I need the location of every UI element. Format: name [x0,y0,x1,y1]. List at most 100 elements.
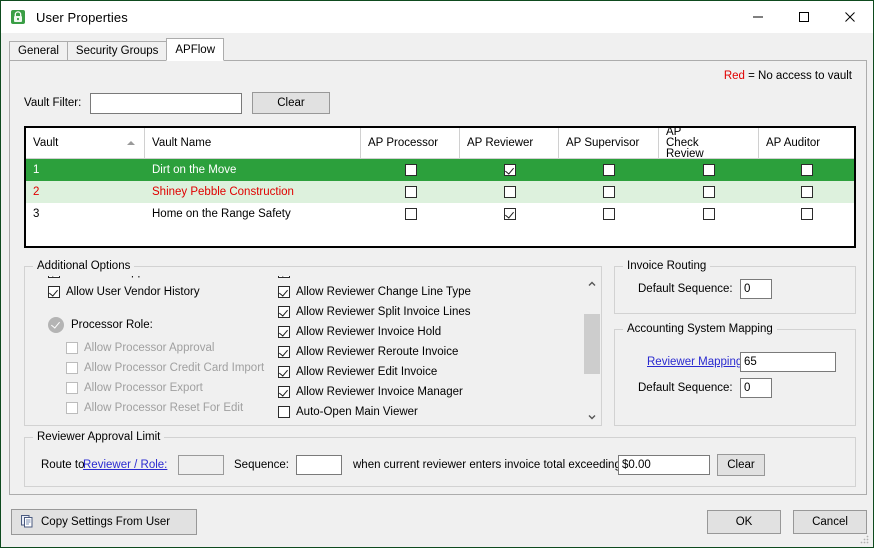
tab-general[interactable]: General [9,41,68,61]
option-allow-reviewer-split-invoice-lines[interactable]: Allow Reviewer Split Invoice Lines [278,302,578,322]
cell-ap-processor[interactable] [361,181,460,203]
column-header-vault-name[interactable]: Vault Name [145,128,361,158]
reviewer-mapping-link[interactable]: Reviewer Mapping: [647,356,745,368]
ap-processor-checkbox[interactable] [404,208,417,220]
close-icon[interactable] [827,1,873,33]
reviewer-mapping-input[interactable] [740,352,836,372]
cell-ap-check-review[interactable] [659,159,759,181]
chevron-down-icon[interactable] [584,409,600,425]
scrollbar-thumb[interactable] [584,314,600,374]
option-auto-open-main-viewer[interactable]: Auto-Open Main Viewer [278,402,578,422]
vault-grid[interactable]: Vault Vault Name AP Processor AP Reviewe… [24,126,856,248]
cell-ap-processor[interactable] [361,203,460,225]
allow-reviewer-change-line-type-checkbox[interactable] [278,286,290,298]
ap-reviewer-checkbox[interactable] [503,164,516,176]
cell-ap-auditor[interactable] [759,181,854,203]
column-header-vault[interactable]: Vault [26,128,145,158]
ap-check-review-checkbox[interactable] [703,208,715,220]
vault-filter-input[interactable] [90,93,242,114]
vault-filter-clear-button[interactable]: Clear [252,92,330,114]
ap-check-review-checkbox[interactable] [703,186,715,198]
ap-processor-checkbox[interactable] [404,186,417,198]
cancel-button[interactable]: Cancel [793,510,867,534]
allow-reviewer-split-invoice-lines-checkbox[interactable] [278,306,290,318]
cell-ap-supervisor[interactable] [559,159,659,181]
cell-ap-processor[interactable] [361,159,460,181]
ap-supervisor-checkbox[interactable] [603,186,615,198]
ap-reviewer-checkbox[interactable] [503,208,516,220]
allow-reviewer-multi-select-checkbox[interactable] [278,276,290,278]
option-allow-processor-approval[interactable]: Allow Processor Approval [48,338,298,358]
ap-auditor-checkbox[interactable] [800,164,813,176]
cell-ap-reviewer[interactable] [460,203,559,225]
auto-open-main-viewer-checkbox[interactable] [278,406,290,418]
cell-ap-supervisor[interactable] [559,203,659,225]
processor-role-row[interactable]: Processor Role: [48,312,298,338]
column-header-ap-auditor-label: AP Auditor [766,137,821,149]
reviewer-role-link[interactable]: Reviewer / Role: [83,459,167,471]
option-allow-user-vendor-history[interactable]: Allow User Vendor History [48,282,298,302]
allow-reviewer-invoice-hold-checkbox[interactable] [278,326,290,338]
maximize-icon[interactable] [781,1,827,33]
minimize-icon[interactable] [735,1,781,33]
option-allow-processor-reset-for-edit[interactable]: Allow Processor Reset For Edit [48,398,298,418]
ap-check-review-checkbox[interactable] [703,164,715,176]
table-row[interactable]: 1 Dirt on the Move [26,159,854,181]
option-allow-reviewer-invoice-manager[interactable]: Allow Reviewer Invoice Manager [278,382,578,402]
sort-ascending-icon [127,141,135,145]
cell-ap-reviewer[interactable] [460,159,559,181]
allow-reviewer-edit-invoice-checkbox[interactable] [278,366,290,378]
invoice-routing-default-sequence-input[interactable] [740,279,772,299]
ap-supervisor-checkbox[interactable] [603,164,615,176]
tab-apflow[interactable]: APFlow [166,38,224,61]
cell-ap-auditor[interactable] [759,203,854,225]
option-allow-reviewer-edit-invoice[interactable]: Allow Reviewer Edit Invoice [278,362,578,382]
allow-reviewer-invoice-manager-checkbox[interactable] [278,386,290,398]
table-row[interactable]: 2 Shiney Pebble Construction [26,181,854,203]
ap-processor-checkbox[interactable] [404,164,417,176]
option-allow-reviewer-reroute-invoice[interactable]: Allow Reviewer Reroute Invoice [278,342,578,362]
table-row[interactable]: 3 Home on the Range Safety [26,203,854,225]
allow-user-vendor-history-checkbox[interactable] [48,286,60,298]
cell-ap-check-review[interactable] [659,203,759,225]
sequence-input[interactable] [296,455,342,475]
cell-ap-reviewer[interactable] [460,181,559,203]
processor-role-toggle-icon[interactable] [48,317,64,333]
cell-ap-check-review[interactable] [659,181,759,203]
allow-user-approval-alert-checkbox[interactable] [48,276,60,278]
cell-vault-name: Dirt on the Move [152,164,237,176]
allow-processor-export-checkbox[interactable] [66,382,78,394]
column-header-ap-check-review[interactable]: AP Check Review [659,128,759,159]
allow-processor-credit-card-import-checkbox[interactable] [66,362,78,374]
column-header-ap-reviewer[interactable]: AP Reviewer [460,128,559,158]
option-allow-reviewer-invoice-hold[interactable]: Allow Reviewer Invoice Hold [278,322,578,342]
ap-reviewer-checkbox[interactable] [503,186,516,198]
cell-ap-auditor[interactable] [759,159,854,181]
chevron-up-icon[interactable] [584,276,600,292]
resize-grip-icon[interactable] [858,533,870,545]
option-allow-processor-credit-card-import[interactable]: Allow Processor Credit Card Import [48,358,298,378]
allow-processor-approval-checkbox[interactable] [66,342,78,354]
accounting-default-sequence-input[interactable] [740,378,772,398]
ap-supervisor-checkbox[interactable] [603,208,615,220]
allow-reviewer-reroute-invoice-checkbox[interactable] [278,346,290,358]
reviewer-approval-limit-title: Reviewer Approval Limit [33,431,165,443]
copy-settings-from-user-button[interactable]: Copy Settings From User [11,509,197,535]
tab-security-groups[interactable]: Security Groups [66,41,168,61]
cell-ap-supervisor[interactable] [559,181,659,203]
option-label: Allow Processor Export [84,382,203,394]
reviewer-role-input[interactable] [178,455,224,475]
column-header-ap-auditor[interactable]: AP Auditor [759,128,854,158]
reviewer-limit-clear-button[interactable]: Clear [717,454,765,476]
ok-button[interactable]: OK [707,510,781,534]
invoice-total-amount-input[interactable] [618,455,710,475]
ap-auditor-checkbox[interactable] [800,186,813,198]
column-header-ap-processor[interactable]: AP Processor [361,128,460,158]
allow-processor-reset-for-edit-checkbox[interactable] [66,402,78,414]
ap-auditor-checkbox[interactable] [800,208,813,220]
additional-options-scrollbar[interactable] [584,276,600,425]
option-allow-processor-export[interactable]: Allow Processor Export [48,378,298,398]
column-header-ap-supervisor[interactable]: AP Supervisor [559,128,659,158]
option-allow-reviewer-change-line-type[interactable]: Allow Reviewer Change Line Type [278,282,578,302]
tab-strip: General Security Groups APFlow [9,38,224,61]
